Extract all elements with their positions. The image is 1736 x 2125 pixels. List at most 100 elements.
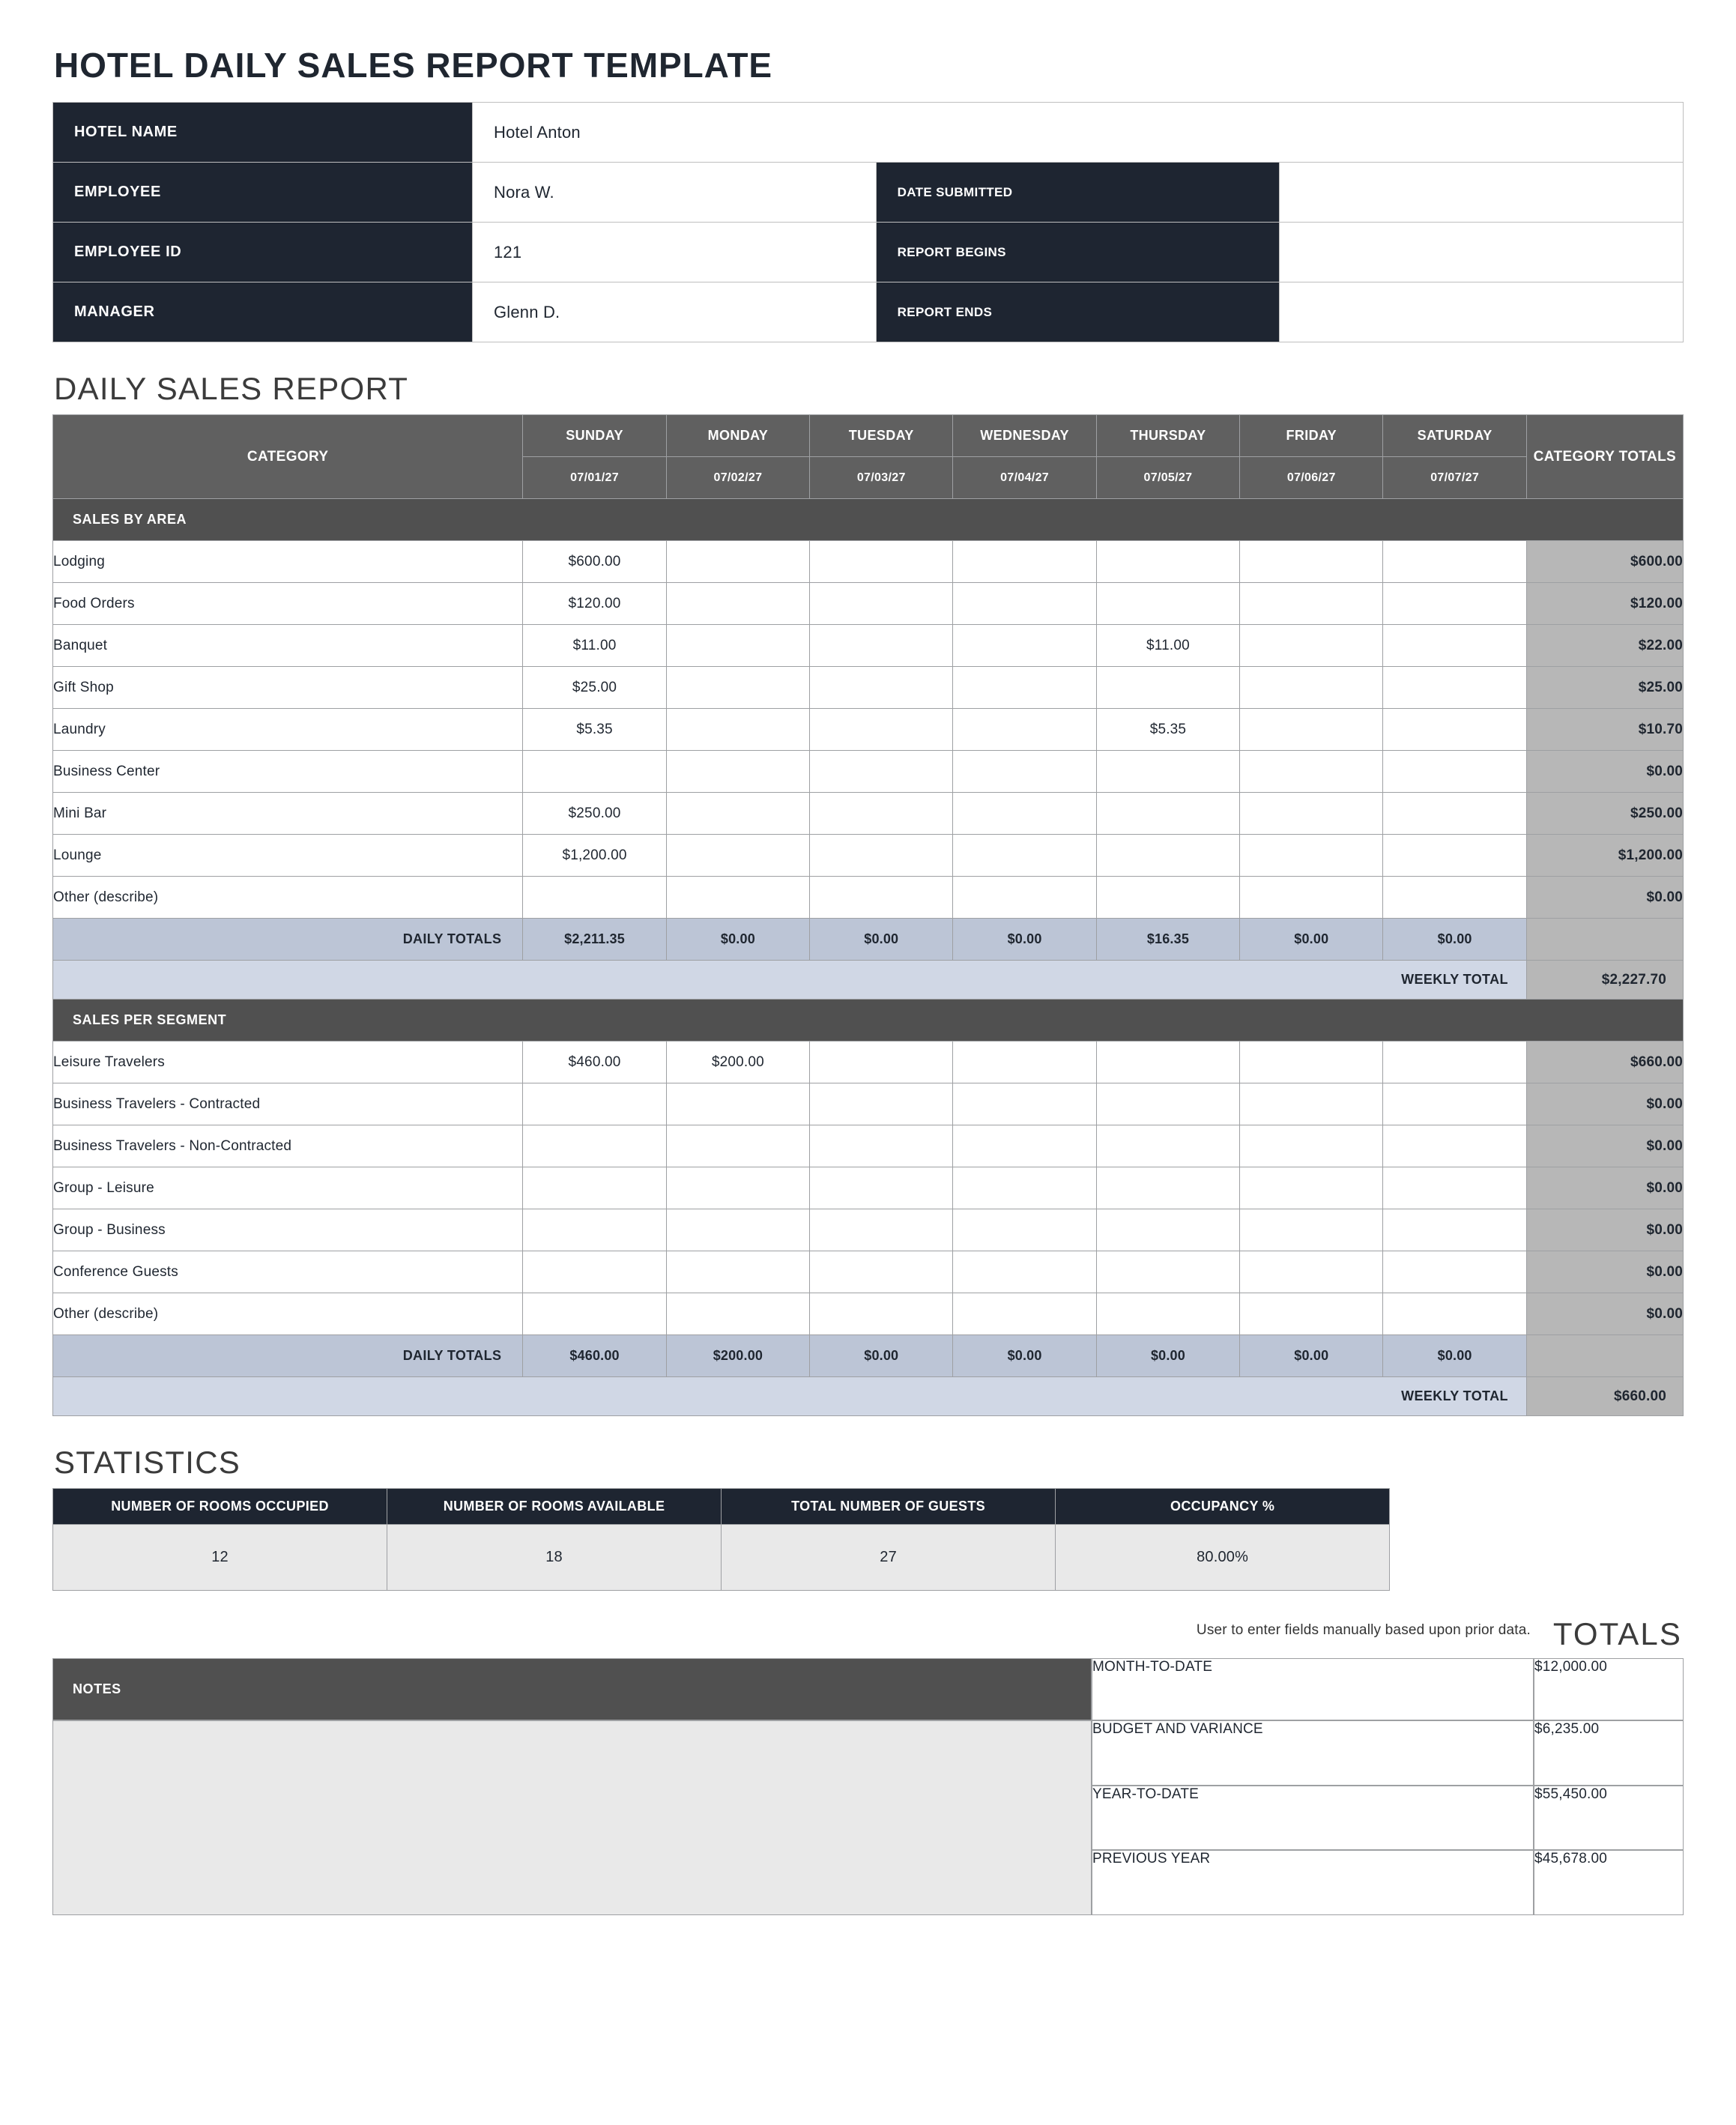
cell[interactable] bbox=[523, 1125, 666, 1167]
cell[interactable]: $1,200.00 bbox=[523, 835, 666, 877]
cell[interactable] bbox=[666, 583, 809, 625]
cell[interactable] bbox=[1383, 1251, 1526, 1293]
cell[interactable]: $5.35 bbox=[523, 709, 666, 751]
cell[interactable] bbox=[666, 793, 809, 835]
cell[interactable]: $11.00 bbox=[1096, 625, 1239, 667]
cell[interactable] bbox=[1383, 1293, 1526, 1335]
cell[interactable] bbox=[1240, 1083, 1383, 1125]
cell[interactable] bbox=[953, 667, 1096, 709]
cell[interactable] bbox=[953, 751, 1096, 793]
cell[interactable] bbox=[1240, 625, 1383, 667]
cell[interactable] bbox=[810, 793, 953, 835]
cell[interactable] bbox=[953, 1083, 1096, 1125]
cell[interactable] bbox=[523, 1083, 666, 1125]
cell[interactable] bbox=[810, 1125, 953, 1167]
cell[interactable] bbox=[810, 667, 953, 709]
cell[interactable] bbox=[1240, 1209, 1383, 1251]
value-employee-id[interactable]: 121 bbox=[473, 223, 877, 282]
cell[interactable] bbox=[1383, 667, 1526, 709]
cell[interactable]: $460.00 bbox=[523, 1042, 666, 1083]
cell[interactable] bbox=[1096, 1167, 1239, 1209]
cell[interactable] bbox=[1383, 793, 1526, 835]
cell[interactable] bbox=[1096, 1042, 1239, 1083]
cell[interactable] bbox=[1383, 751, 1526, 793]
cell[interactable] bbox=[1383, 1209, 1526, 1251]
cell[interactable] bbox=[523, 1209, 666, 1251]
cell[interactable] bbox=[953, 1293, 1096, 1335]
cell[interactable] bbox=[523, 1251, 666, 1293]
cell[interactable] bbox=[810, 877, 953, 919]
cell[interactable] bbox=[1096, 877, 1239, 919]
cell[interactable] bbox=[1383, 1167, 1526, 1209]
cell[interactable] bbox=[1240, 583, 1383, 625]
cell[interactable] bbox=[1096, 1083, 1239, 1125]
cell[interactable] bbox=[1240, 751, 1383, 793]
cell[interactable] bbox=[1240, 709, 1383, 751]
cell[interactable] bbox=[666, 1251, 809, 1293]
cell[interactable] bbox=[1240, 1125, 1383, 1167]
cell[interactable] bbox=[1096, 1293, 1239, 1335]
cell[interactable] bbox=[1383, 877, 1526, 919]
cell[interactable] bbox=[1096, 1125, 1239, 1167]
cell[interactable] bbox=[810, 1209, 953, 1251]
cell[interactable] bbox=[666, 625, 809, 667]
cell[interactable] bbox=[1240, 1293, 1383, 1335]
cell[interactable] bbox=[953, 1167, 1096, 1209]
cell[interactable] bbox=[1240, 793, 1383, 835]
cell[interactable] bbox=[810, 1251, 953, 1293]
cell[interactable]: $5.35 bbox=[1096, 709, 1239, 751]
value-date-submitted[interactable] bbox=[1280, 163, 1684, 223]
stats-val-1[interactable]: 18 bbox=[387, 1525, 722, 1591]
cell[interactable] bbox=[953, 793, 1096, 835]
stats-val-3[interactable]: 80.00% bbox=[1056, 1525, 1390, 1591]
cell[interactable] bbox=[1096, 793, 1239, 835]
cell[interactable] bbox=[953, 583, 1096, 625]
cell[interactable] bbox=[1383, 583, 1526, 625]
cell[interactable] bbox=[666, 1083, 809, 1125]
cell[interactable] bbox=[810, 1167, 953, 1209]
cell[interactable] bbox=[953, 625, 1096, 667]
cell[interactable] bbox=[1096, 667, 1239, 709]
cell[interactable] bbox=[1383, 1042, 1526, 1083]
stats-val-2[interactable]: 27 bbox=[722, 1525, 1056, 1591]
cell[interactable] bbox=[1383, 1125, 1526, 1167]
cell[interactable] bbox=[666, 751, 809, 793]
cell[interactable] bbox=[953, 1209, 1096, 1251]
cell[interactable] bbox=[953, 835, 1096, 877]
value-manager[interactable]: Glenn D. bbox=[473, 282, 877, 342]
cell[interactable] bbox=[1240, 835, 1383, 877]
value-report-ends[interactable] bbox=[1280, 282, 1684, 342]
cell[interactable] bbox=[666, 667, 809, 709]
cell[interactable] bbox=[810, 709, 953, 751]
cell[interactable] bbox=[1240, 1251, 1383, 1293]
cell[interactable] bbox=[523, 1293, 666, 1335]
cell[interactable] bbox=[810, 835, 953, 877]
cell[interactable] bbox=[666, 709, 809, 751]
value-report-begins[interactable] bbox=[1280, 223, 1684, 282]
cell[interactable] bbox=[1096, 835, 1239, 877]
cell[interactable] bbox=[666, 1209, 809, 1251]
cell[interactable] bbox=[1240, 1042, 1383, 1083]
cell[interactable] bbox=[523, 877, 666, 919]
cell[interactable] bbox=[1240, 1167, 1383, 1209]
cell[interactable] bbox=[1096, 541, 1239, 583]
cell[interactable]: $250.00 bbox=[523, 793, 666, 835]
notes-body[interactable] bbox=[52, 1720, 1092, 1915]
cell[interactable]: $120.00 bbox=[523, 583, 666, 625]
cell[interactable]: $11.00 bbox=[523, 625, 666, 667]
value-employee[interactable]: Nora W. bbox=[473, 163, 877, 223]
cell[interactable] bbox=[1383, 835, 1526, 877]
cell[interactable] bbox=[666, 1125, 809, 1167]
cell[interactable] bbox=[810, 625, 953, 667]
cell[interactable]: $600.00 bbox=[523, 541, 666, 583]
cell[interactable] bbox=[953, 1042, 1096, 1083]
cell[interactable] bbox=[1096, 1251, 1239, 1293]
cell[interactable] bbox=[523, 1167, 666, 1209]
cell[interactable] bbox=[666, 877, 809, 919]
cell[interactable] bbox=[810, 1042, 953, 1083]
cell[interactable] bbox=[953, 709, 1096, 751]
cell[interactable] bbox=[1096, 583, 1239, 625]
cell[interactable] bbox=[810, 541, 953, 583]
value-hotel-name[interactable]: Hotel Anton bbox=[473, 103, 1684, 163]
cell[interactable] bbox=[666, 541, 809, 583]
